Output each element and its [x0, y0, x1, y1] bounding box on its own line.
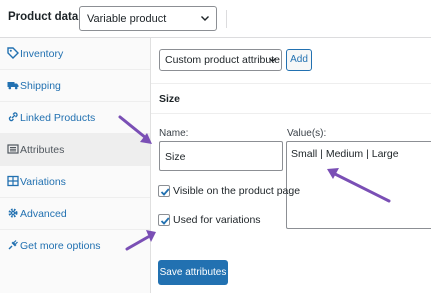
gear-icon: [8, 208, 18, 218]
sidebar-item-label: Variations: [20, 176, 66, 188]
attribute-values-text: Small | Medium | Large: [291, 148, 399, 160]
tag-icon: [7, 47, 19, 59]
link-icon: [8, 112, 18, 122]
plugin-icon: [8, 240, 18, 250]
sidebar-item-label: Inventory: [20, 48, 64, 60]
product-data-header: Product data — Variable product: [0, 0, 431, 38]
sidebar-item-label: Shipping: [20, 80, 61, 92]
attribute-taxonomy-select[interactable]: Custom product attribute: [159, 49, 282, 71]
visible-checkbox-label: Visible on the product page: [173, 185, 301, 197]
sidebar-item-get-more-options[interactable]: Get more options: [0, 230, 150, 262]
attribute-name-value: Size: [165, 151, 186, 163]
sidebar-item-inventory[interactable]: Inventory: [0, 38, 150, 70]
divider: [151, 83, 431, 84]
name-label: Name:: [159, 128, 189, 139]
divider: [151, 113, 431, 114]
sidebar-item-advanced[interactable]: Advanced: [0, 198, 150, 230]
sidebar-item-attributes[interactable]: Attributes: [0, 134, 150, 166]
attribute-values-textarea[interactable]: Small | Medium | Large: [286, 141, 431, 229]
product-data-tabs: Inventory Shipping Linked Products Attri…: [0, 38, 151, 293]
sidebar-item-label: Linked Products: [20, 112, 96, 124]
checkmark-icon: [160, 217, 170, 225]
header-divider: [226, 10, 227, 28]
values-label: Value(s):: [287, 128, 327, 139]
checkmark-icon: [160, 188, 170, 196]
product-type-select[interactable]: Variable product: [79, 6, 217, 31]
sidebar-item-label: Advanced: [20, 208, 67, 220]
visible-checkbox[interactable]: [158, 185, 170, 197]
sidebar-item-variations[interactable]: Variations: [0, 166, 150, 198]
variations-checkbox[interactable]: [158, 214, 170, 226]
chevron-down-icon: [201, 16, 209, 21]
sidebar-item-linked-products[interactable]: Linked Products: [0, 102, 150, 134]
product-type-value: Variable product: [87, 13, 167, 25]
list-icon: [7, 144, 19, 154]
sidebar-item-shipping[interactable]: Shipping: [0, 70, 150, 102]
attribute-title[interactable]: Size: [159, 93, 180, 105]
attributes-panel: Custom product attribute Add Size Name: …: [151, 38, 431, 293]
variations-checkbox-label: Used for variations: [173, 214, 261, 226]
grid-icon: [7, 175, 19, 187]
save-attributes-button[interactable]: Save attributes: [158, 260, 228, 285]
sidebar-item-label: Get more options: [20, 240, 101, 252]
chevron-down-icon: [268, 57, 277, 63]
add-attribute-button[interactable]: Add: [286, 49, 312, 71]
attribute-name-input[interactable]: Size: [159, 141, 283, 171]
sidebar-item-label: Attributes: [20, 144, 65, 156]
attribute-select-value: Custom product attribute: [165, 54, 280, 66]
truck-icon: [7, 82, 19, 90]
